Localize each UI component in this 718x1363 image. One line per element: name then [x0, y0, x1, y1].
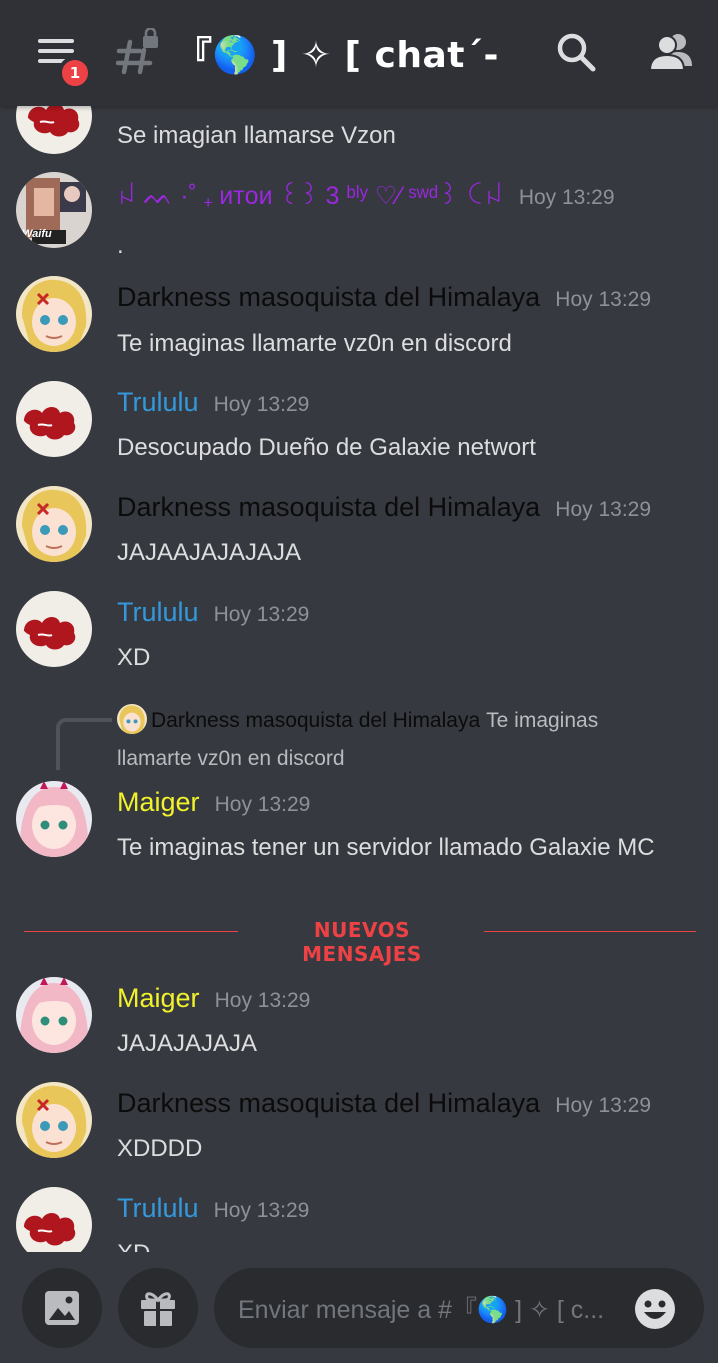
message-author[interactable]: ꈤ ᨓ ·˚ ₊ ᴎᴛᴏᴎ ꒰꒱ 3 ᵇˡʸ ♡⁄ ˢʷᵈ꒱ ꉔꈤ: [117, 182, 504, 210]
reply-author: Darkness masoquista del Himalaya: [151, 709, 481, 732]
reply-reference[interactable]: Darkness masoquista del Himalaya Te imagi…: [117, 702, 697, 778]
message-text: Se imagian llamarse Vzon: [117, 122, 396, 149]
message-timestamp: Hoy 13:29: [213, 1199, 310, 1222]
message-header: Trululu Hoy 13:29: [117, 1193, 309, 1224]
message-author[interactable]: Maiger: [117, 787, 200, 817]
reply-connector: [56, 718, 112, 770]
message-timestamp: Hoy 13:29: [555, 288, 652, 311]
message-author[interactable]: Trululu: [117, 387, 199, 417]
message-author[interactable]: Maiger: [117, 983, 200, 1013]
message-timestamp: Hoy 13:29: [518, 186, 615, 209]
members-icon[interactable]: [648, 30, 696, 74]
search-icon[interactable]: [554, 30, 598, 74]
avatar-label: Waifu: [22, 228, 52, 240]
message-timestamp: Hoy 13:29: [213, 393, 310, 416]
message-timestamp: Hoy 13:29: [213, 603, 310, 626]
message-timestamp: Hoy 13:29: [555, 1094, 652, 1117]
message-header: Darkness masoquista del Himalaya Hoy 13:…: [117, 492, 651, 523]
message-header: Darkness masoquista del Himalaya Hoy 13:…: [117, 282, 651, 313]
message-timestamp: Hoy 13:29: [555, 498, 652, 521]
gift-button[interactable]: [118, 1268, 198, 1348]
notification-badge: 1: [58, 56, 92, 90]
emoji-icon[interactable]: [634, 1288, 676, 1330]
message-input[interactable]: Enviar mensaje a #『🌎 ] ✧ [ c...: [214, 1268, 704, 1348]
message-text: Te imaginas tener un servidor llamado Ga…: [117, 834, 655, 861]
message-header: Trululu Hoy 13:29: [117, 387, 309, 418]
message-header: Trululu Hoy 13:29: [117, 597, 309, 628]
reply-text-continued: llamarte vz0n en discord: [117, 747, 345, 770]
avatar[interactable]: [16, 977, 92, 1053]
locked-text-channel-icon: [116, 28, 158, 75]
message-text: JAJAAJAJAJAJA: [117, 539, 302, 566]
message-header: ꈤ ᨓ ·˚ ₊ ᴎᴛᴏᴎ ꒰꒱ 3 ᵇˡʸ ♡⁄ ˢʷᵈ꒱ ꉔꈤ Hoy 13…: [117, 178, 615, 211]
new-messages-divider: NUEVOS MENSAJES: [24, 918, 696, 966]
message-author[interactable]: Darkness masoquista del Himalaya: [117, 1088, 540, 1118]
message-header: Maiger Hoy 13:29: [117, 983, 310, 1014]
message-input-placeholder: Enviar mensaje a #『🌎 ] ✧ [ c...: [238, 1296, 605, 1324]
image-icon: [45, 1291, 79, 1325]
message-timestamp: Hoy 13:29: [214, 989, 311, 1012]
new-messages-label: NUEVOS MENSAJES: [302, 918, 422, 966]
message-list[interactable]: Se imagian llamarse Vzon Waifu ꈤ ᨓ ·˚ ₊ …: [0, 106, 718, 1252]
message-author[interactable]: Darkness masoquista del Himalaya: [117, 282, 540, 312]
message-author[interactable]: Darkness masoquista del Himalaya: [117, 492, 540, 522]
message-author[interactable]: Trululu: [117, 1193, 199, 1223]
message-timestamp: Hoy 13:29: [214, 793, 311, 816]
message-text: XD: [117, 1234, 702, 1252]
message-author[interactable]: Trululu: [117, 597, 199, 627]
upload-image-button[interactable]: [22, 1268, 102, 1348]
avatar[interactable]: [16, 276, 92, 352]
message-text: JAJAJAJAJA: [117, 1030, 258, 1057]
gift-icon: [141, 1292, 175, 1326]
message-text: Te imaginas llamarte vz0n en discord: [117, 330, 512, 357]
message-text: XD: [117, 644, 151, 671]
message-text: XDDDD: [117, 1135, 203, 1162]
avatar[interactable]: [16, 106, 92, 154]
message-text: .: [117, 232, 124, 259]
avatar[interactable]: [16, 781, 92, 857]
avatar[interactable]: Waifu: [16, 172, 92, 248]
avatar[interactable]: [16, 381, 92, 457]
avatar[interactable]: [16, 486, 92, 562]
message-composer: Enviar mensaje a #『🌎 ] ✧ [ c...: [0, 1252, 718, 1363]
avatar[interactable]: [16, 1082, 92, 1158]
reply-text: Te imaginas: [486, 709, 599, 732]
message-text: Desocupado Dueño de Galaxie networt: [117, 434, 536, 461]
avatar[interactable]: [16, 1187, 92, 1252]
channel-header: 1 『🌎 ] ✧ [ chat´-: [0, 0, 718, 106]
reply-avatar: [117, 704, 147, 734]
avatar[interactable]: [16, 591, 92, 667]
message-header: Maiger Hoy 13:29: [117, 787, 310, 818]
channel-title: 『🌎 ] ✧ [ chat´-: [176, 35, 499, 76]
message-header: Darkness masoquista del Himalaya Hoy 13:…: [117, 1088, 651, 1119]
